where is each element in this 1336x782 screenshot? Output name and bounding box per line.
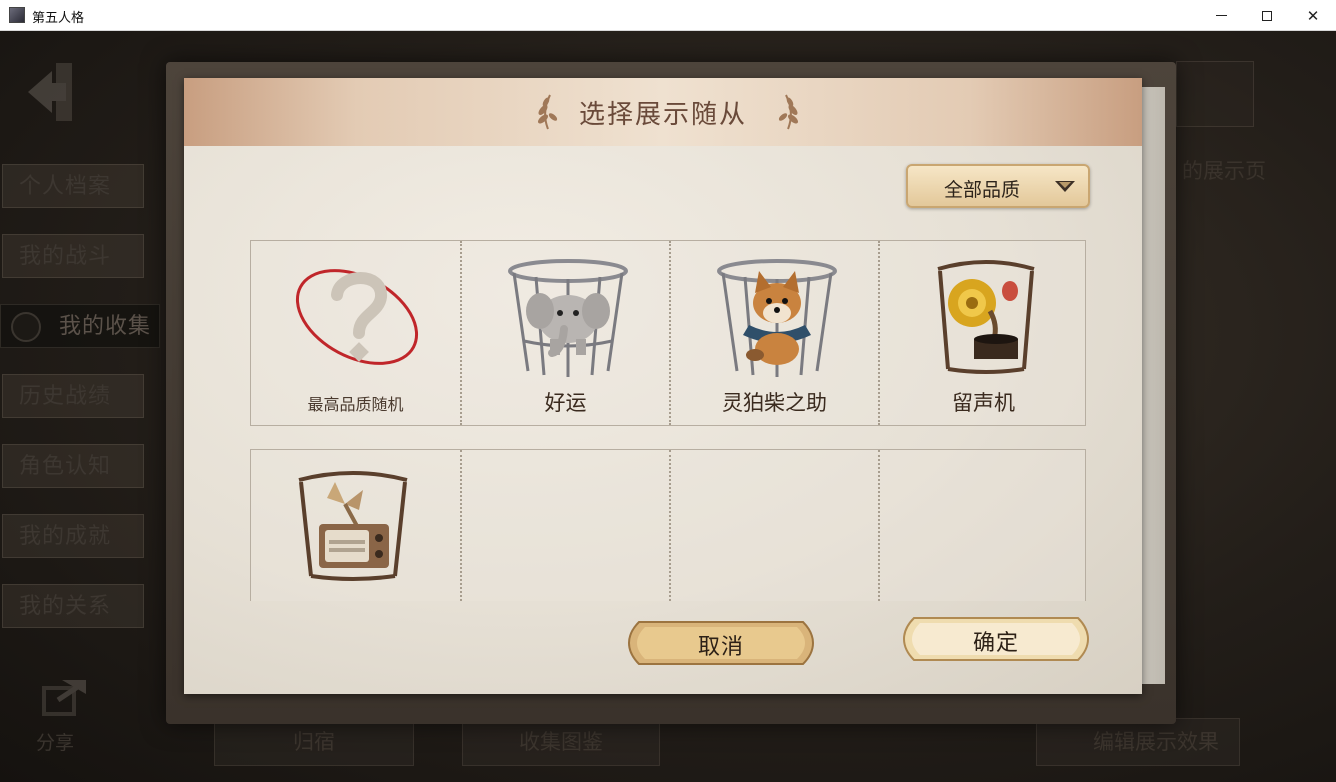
sidebar-item-achievements[interactable]: 我的成就: [2, 514, 144, 558]
companion-slot-gramophone[interactable]: 留声机: [878, 241, 1087, 425]
select-companion-dialog: 选择展示随从 全部品质 最高品质随机 好运 灵狛柴之助 留声机 取消 确定: [184, 78, 1142, 694]
close-icon[interactable]: ✕: [1290, 0, 1336, 31]
maximize-icon[interactable]: [1244, 0, 1290, 31]
collection-emblem-icon: [11, 312, 41, 342]
companion-slot-empty: [460, 450, 669, 601]
quality-filter-dropdown[interactable]: 全部品质: [906, 164, 1090, 208]
share-button[interactable]: 分享: [36, 676, 96, 755]
sidebar-item-label: 个人档案: [19, 174, 112, 199]
back-arrow-icon[interactable]: [26, 61, 90, 123]
bg-home-button: 归宿: [214, 718, 414, 766]
bg-showcase-text: 的展示页: [1182, 159, 1266, 183]
question-mark-icon: [295, 269, 419, 365]
sidebar-item-character-knowledge[interactable]: 角色认知: [2, 444, 144, 488]
cancel-button[interactable]: 取消: [627, 616, 815, 670]
sidebar-item-label: 我的收集: [59, 314, 152, 339]
bg-edit-showcase-button: 编辑展示效果: [1036, 718, 1240, 766]
companion-slot-shiba[interactable]: 灵狛柴之助: [669, 241, 878, 425]
companion-grid-row: 最高品质随机 好运 灵狛柴之助 留声机: [250, 240, 1086, 426]
confirm-button[interactable]: 确定: [902, 612, 1090, 666]
window-title: 第五人格: [32, 11, 85, 26]
app-icon: [9, 7, 25, 23]
laurel-icon: [778, 94, 798, 130]
sidebar-item-label: 我的成就: [19, 524, 112, 549]
caged-radio-fan-icon: [298, 471, 408, 581]
companion-label: 好运: [544, 391, 587, 415]
share-icon: [42, 680, 86, 716]
sidebar-item-history[interactable]: 历史战绩: [2, 374, 144, 418]
companion-slot-random[interactable]: 最高品质随机: [251, 241, 460, 425]
chevron-down-icon: [1055, 181, 1075, 192]
sidebar-item-battles[interactable]: 我的战斗: [2, 234, 144, 278]
sidebar-item-label: 我的战斗: [19, 244, 112, 269]
companion-label: 最高品质随机: [307, 395, 404, 414]
minimize-icon[interactable]: [1198, 0, 1244, 31]
sidebar-item-label: 历史战绩: [19, 384, 112, 409]
companion-grid-row: [250, 449, 1086, 601]
dialog-header: 选择展示随从: [184, 78, 1142, 146]
companion-slot-good-luck[interactable]: 好运: [460, 241, 669, 425]
companion-label: 留声机: [952, 391, 1015, 415]
sidebar-item-profile[interactable]: 个人档案: [2, 164, 144, 208]
sidebar-item-relations[interactable]: 我的关系: [2, 584, 144, 628]
window-titlebar: 第五人格 ✕: [0, 0, 1336, 31]
companion-slot-empty: [669, 450, 878, 601]
cancel-label: 取消: [697, 635, 744, 660]
sidebar-item-label: 角色认知: [19, 454, 112, 479]
bg-top-right-panel: [1176, 61, 1254, 127]
quality-filter-value: 全部品质: [944, 179, 1021, 201]
confirm-label: 确定: [972, 631, 1019, 656]
caged-elephant-icon: [508, 259, 628, 377]
caged-gramophone-icon: [937, 260, 1035, 374]
companion-slot-radio[interactable]: [251, 450, 460, 601]
share-label: 分享: [36, 732, 75, 754]
caged-shiba-dog-icon: [717, 259, 837, 377]
companion-slot-empty: [878, 450, 1087, 601]
dialog-title: 选择展示随从: [578, 100, 747, 130]
sidebar-item-label: 我的关系: [19, 594, 112, 619]
sidebar-item-collection[interactable]: 我的收集: [0, 304, 160, 348]
companion-label: 灵狛柴之助: [722, 391, 827, 415]
bg-collection-guide-button: 收集图鉴: [462, 718, 660, 766]
